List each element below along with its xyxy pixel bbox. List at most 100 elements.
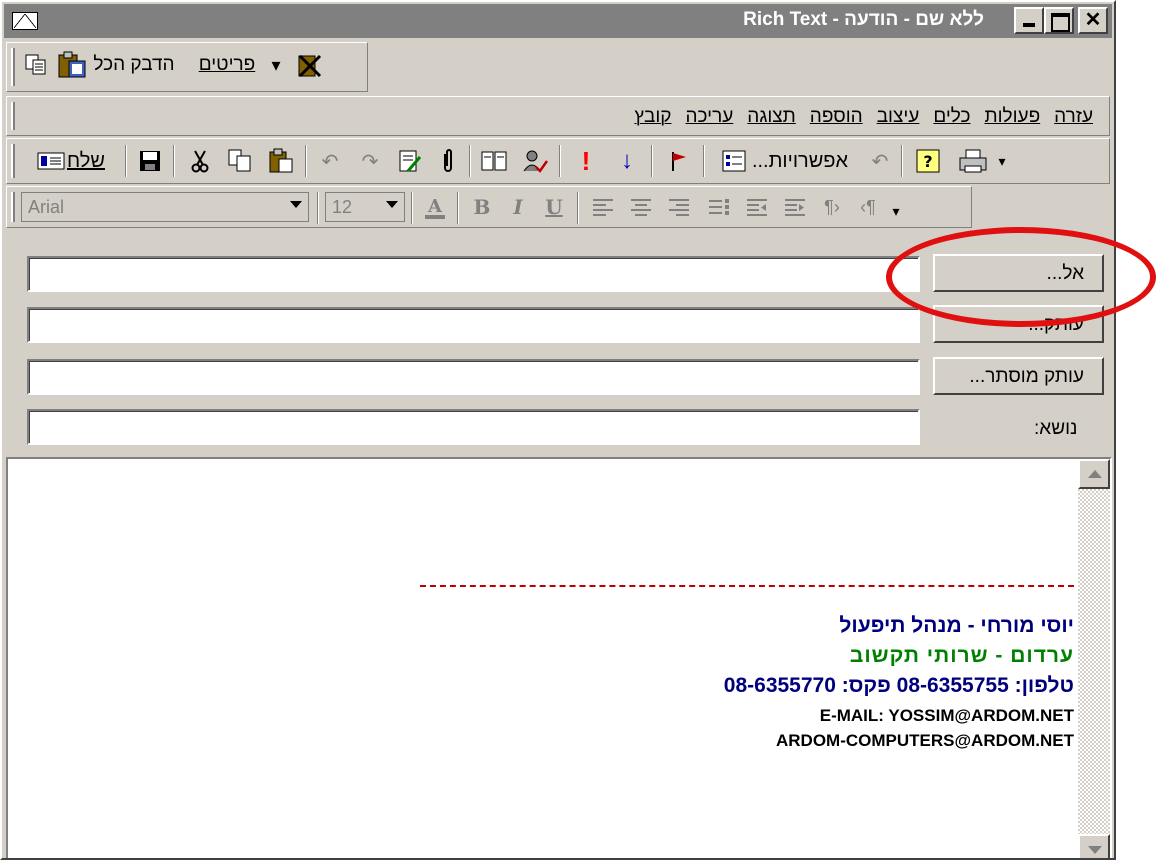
signature-phone: טלפון: 08-6355755 פקס: 08-6355770 [723,674,1074,697]
rtl-direction-icon[interactable]: ‹¶ [851,191,885,223]
toolbar-separator [559,145,561,177]
chevron-down-icon[interactable] [386,201,398,208]
redo-icon[interactable]: ↷ [351,145,389,177]
message-body[interactable]: יוסי מורחי - מנהל תיפעול ערדום - שרותי ת… [6,457,1112,858]
toolbar-separator [305,145,307,177]
formatting-toolbar: Arial 12 A B I U ¶› ‹¶ ▾ [6,186,972,228]
menu-actions[interactable]: פעולות [984,106,1040,128]
address-book-icon[interactable] [475,145,513,177]
toolbar-separator [317,192,319,224]
cc-button[interactable]: עותק... [933,305,1104,343]
copy-icon[interactable] [221,145,259,177]
flag-icon[interactable] [659,145,699,177]
toolbar-separator [577,192,579,224]
send-button[interactable]: שלח [21,145,121,177]
increase-indent-icon[interactable] [777,191,813,223]
italic-button[interactable]: I [501,191,535,223]
to-button[interactable]: אל... [933,254,1104,292]
copy-icon[interactable] [21,49,51,81]
title-bar[interactable]: ללא שם - הודעה - Rich Text ✕ [4,4,1112,38]
bcc-button[interactable]: עותק מוסתר... [933,357,1104,395]
align-right-icon[interactable] [661,191,697,223]
standard-toolbar: שלח ↶ ↷ ! ↓ אפשרויות... ↶ ? ▾ [6,138,1110,184]
send-label: שלח [67,149,105,172]
toolbar-separator [901,145,903,177]
toolbar-separator [125,145,127,177]
maximize-button[interactable] [1044,7,1074,34]
toolbar-grip[interactable] [11,48,15,86]
cc-field[interactable] [27,307,920,343]
chevron-down-icon[interactable]: ▾ [993,145,1011,177]
options-icon [722,150,746,172]
toolbar-separator [703,145,705,177]
menu-file[interactable]: קובץ [634,106,671,128]
signature-email: E-MAIL: YOSSIM@ARDOM.NET [819,706,1074,725]
decrease-indent-icon[interactable] [739,191,775,223]
chevron-down-icon[interactable] [290,201,302,208]
items-button[interactable]: פריטים [187,49,267,81]
menu-help[interactable]: עזרה [1054,106,1093,128]
font-name-value: Arial [28,197,65,217]
menubar-grip[interactable] [11,102,15,130]
window-title: ללא שם - הודעה - Rich Text [743,9,984,30]
font-size-select[interactable]: 12 [325,192,405,222]
align-center-icon[interactable] [623,191,659,223]
bullets-icon[interactable] [701,191,737,223]
signature-divider [420,585,1074,587]
subject-field[interactable] [27,409,920,445]
undo-icon[interactable]: ↶ [311,145,349,177]
envelope-icon [12,12,38,30]
options-button[interactable]: אפשרויות... [711,145,859,177]
toolbar-grip[interactable] [11,144,15,178]
bcc-field[interactable] [27,359,920,395]
align-left-icon[interactable] [585,191,621,223]
options-label: אפשרויות... [751,149,849,172]
toolbar-grip[interactable] [11,192,15,222]
vertical-scrollbar[interactable] [1078,459,1110,858]
chevron-down-icon[interactable]: ▾ [887,195,905,227]
clipboard-toolbar: הדבק הכל פריטים ▾ [6,42,368,92]
menu-view[interactable]: תצוגה [747,106,796,128]
check-names-person-icon[interactable] [515,145,555,177]
save-icon[interactable] [133,145,167,177]
font-name-select[interactable]: Arial [21,192,309,222]
menu-items: קובץ עריכה תצוגה הוספה עיצוב כלים פעולות… [634,106,1093,128]
toolbar-separator [411,192,413,224]
paste-icon[interactable] [261,145,301,177]
chevron-down-icon[interactable]: ▾ [267,49,285,81]
paste-all-icon[interactable] [55,49,89,81]
menu-edit[interactable]: עריכה [686,106,734,128]
undo-icon[interactable]: ↶ [863,145,897,177]
toolbar-separator [651,145,653,177]
svg-text:A: A [427,196,443,217]
bold-button[interactable]: B [465,191,499,223]
paste-all-button[interactable]: הדבק הכל [89,49,179,81]
svg-text:?: ? [923,152,932,171]
toolbar-separator [457,192,459,224]
ltr-direction-icon[interactable]: ¶› [815,191,849,223]
menu-insert[interactable]: הוספה [810,106,863,128]
to-field[interactable] [27,256,920,292]
scroll-down-button[interactable] [1078,834,1110,858]
toolbar-separator [173,145,175,177]
menu-bar: קובץ עריכה תצוגה הוספה עיצוב כלים פעולות… [6,96,1110,136]
print-icon[interactable] [953,145,993,177]
paperclip-icon[interactable] [431,145,465,177]
underline-button[interactable]: U [537,191,571,223]
minimize-button[interactable] [1014,7,1044,34]
clear-clipboard-icon[interactable] [293,49,325,81]
check-names-icon[interactable] [391,145,429,177]
subject-label: נושא: [1034,418,1078,439]
scroll-up-button[interactable] [1078,459,1110,489]
menu-format[interactable]: עיצוב [877,106,920,128]
close-button[interactable]: ✕ [1078,7,1108,34]
font-color-icon[interactable]: A [417,191,453,223]
cut-icon[interactable] [181,145,219,177]
signature-name: יוסי מורחי - מנהל תיפעול [839,614,1074,637]
menu-tools[interactable]: כלים [933,106,970,128]
help-icon[interactable]: ? [909,145,947,177]
signature-email-secondary: ARDOM-COMPUTERS@ARDOM.NET [775,731,1074,750]
importance-low-icon[interactable]: ↓ [607,145,647,177]
signature-company: ערדום - שרותי תקשוב [849,644,1074,667]
importance-high-icon[interactable]: ! [567,145,605,177]
